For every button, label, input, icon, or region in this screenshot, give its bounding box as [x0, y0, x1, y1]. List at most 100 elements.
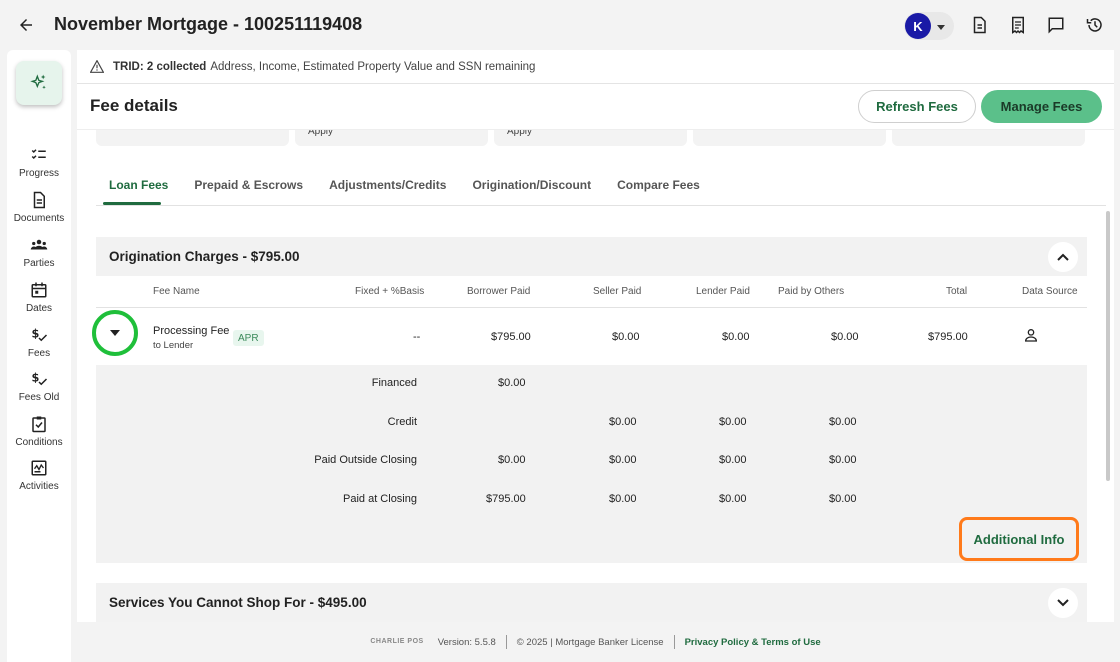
sidebar-item-dates[interactable]: Dates — [7, 281, 71, 314]
sidebar-item-activities[interactable]: Activities — [7, 459, 71, 492]
detail-label: Paid at Closing — [343, 493, 417, 505]
origination-charges-section: Origination Charges - $795.00 Fee Name F… — [92, 237, 1087, 563]
receipt-icon[interactable] — [1007, 14, 1029, 36]
section-title: Origination Charges - $795.00 — [109, 249, 300, 264]
detail-borrower: $0.00 — [498, 454, 526, 466]
detail-row: Paid Outside Closing $0.00 $0.00 $0.00 $… — [96, 454, 1087, 474]
tab-origination-discount[interactable]: Origination/Discount — [472, 178, 591, 206]
detail-lender: $0.00 — [719, 454, 747, 466]
chat-icon[interactable] — [1045, 14, 1067, 36]
collapse-button[interactable] — [1048, 242, 1078, 272]
sidebar-item-label: Fees Old — [18, 392, 60, 403]
sidebar-item-documents[interactable]: Documents — [7, 191, 71, 224]
sidebar-item-label: Progress — [18, 168, 59, 179]
column-header: Paid by Others — [778, 286, 845, 297]
dollar-check-icon: $ — [32, 327, 48, 342]
svg-text:$: $ — [32, 371, 40, 384]
brand-logo: CHARLIE POS — [370, 638, 424, 645]
detail-label: Paid Outside Closing — [314, 454, 417, 466]
footer: CHARLIE POS Version: 5.5.8 © 2025 | Mort… — [77, 622, 1114, 662]
page-title: November Mortgage - 100251119408 — [54, 14, 363, 34]
sidebar-item-label: Conditions — [15, 437, 63, 448]
detail-seller: $0.00 — [609, 454, 637, 466]
summary-card: Apply — [295, 130, 488, 146]
tabs-divider — [96, 205, 1106, 206]
sidebar-item-fees-old[interactable]: $ Fees Old — [7, 370, 71, 403]
caret-down-icon — [110, 330, 120, 336]
main-panel: TRID: 2 collected Address, Income, Estim… — [77, 50, 1114, 622]
sidebar: Progress Documents Parties Dates $ Fees … — [7, 50, 71, 662]
user-menu-button[interactable]: K — [904, 12, 954, 40]
detail-seller: $0.00 — [609, 493, 637, 505]
version-text: Version: 5.5.8 — [437, 636, 496, 648]
sidebar-item-conditions[interactable]: Conditions — [7, 415, 71, 448]
document-icon — [33, 191, 45, 209]
table-row[interactable]: Processing Fee to Lender APR -- $795.00 … — [92, 308, 1087, 365]
fee-seller-paid: $0.00 — [612, 331, 640, 343]
ai-assistant-button[interactable] — [16, 61, 62, 105]
tab-loan-fees[interactable]: Loan Fees — [96, 178, 168, 206]
sidebar-item-label: Documents — [13, 213, 65, 224]
column-header: Borrower Paid — [467, 286, 531, 297]
fee-borrower-paid: $795.00 — [491, 331, 531, 343]
copyright-text: © 2025 | Mortgage Banker License — [516, 636, 664, 648]
additional-info-button[interactable]: Additional Info — [959, 517, 1079, 561]
sidebar-item-parties[interactable]: Parties — [7, 236, 71, 269]
trid-banner: TRID: 2 collected Address, Income, Estim… — [77, 50, 1114, 84]
expand-button[interactable] — [1048, 588, 1078, 618]
activity-icon — [31, 460, 47, 476]
fee-detail-panel: Financed $0.00 Credit $0.00 $0.00 $0.00 … — [96, 365, 1087, 563]
column-header: Seller Paid — [593, 286, 642, 297]
fee-name: Processing Fee — [153, 325, 230, 337]
detail-seller: $0.00 — [609, 416, 637, 428]
fee-content[interactable]: Apply Apply Loan Fees Prepaid & Escrows … — [77, 129, 1114, 622]
manage-fees-button[interactable]: Manage Fees — [981, 90, 1102, 123]
column-header: Total — [946, 286, 968, 297]
sparkle-icon — [30, 74, 46, 89]
apr-badge: APR — [233, 330, 264, 346]
fee-tabs: Loan Fees Prepaid & Escrows Adjustments/… — [96, 178, 726, 206]
trid-status: TRID: 2 collected — [113, 60, 207, 73]
section-header[interactable]: Origination Charges - $795.00 — [96, 237, 1087, 276]
fee-total: $795.00 — [928, 331, 968, 343]
sidebar-item-fees[interactable]: $ Fees — [7, 326, 71, 359]
refresh-fees-button[interactable]: Refresh Fees — [858, 90, 976, 123]
fee-details-header: Fee details Refresh Fees Manage Fees — [77, 84, 1114, 129]
avatar: K — [905, 13, 931, 39]
history-icon[interactable] — [1084, 14, 1106, 36]
detail-label: Credit — [387, 416, 417, 428]
dollar-check-icon: $ — [32, 371, 48, 386]
summary-card — [96, 130, 289, 146]
column-header: Fee Name — [153, 286, 200, 297]
chevron-down-icon — [1057, 599, 1069, 607]
detail-others: $0.00 — [829, 493, 857, 505]
fee-details-title: Fee details — [90, 96, 178, 115]
svg-text:$: $ — [32, 327, 40, 340]
divider — [673, 635, 675, 649]
tab-adjustments-credits[interactable]: Adjustments/Credits — [329, 178, 446, 206]
scrollbar[interactable] — [1106, 211, 1110, 481]
person-icon[interactable] — [1023, 327, 1039, 346]
sidebar-item-label: Parties — [23, 258, 55, 269]
sidebar-item-progress[interactable]: Progress — [7, 146, 71, 179]
detail-row: Credit $0.00 $0.00 $0.00 — [96, 416, 1087, 436]
chevron-up-icon — [1057, 253, 1069, 261]
tab-prepaid-escrows[interactable]: Prepaid & Escrows — [194, 178, 303, 206]
top-bar: November Mortgage - 100251119408 K — [0, 0, 1120, 50]
column-header: Data Source — [1022, 286, 1078, 297]
fee-paid-by-others: $0.00 — [831, 331, 859, 343]
tab-compare-fees[interactable]: Compare Fees — [617, 178, 700, 206]
divider — [505, 635, 507, 649]
section-title: Services You Cannot Shop For - $495.00 — [109, 595, 367, 610]
privacy-terms-link[interactable]: Privacy Policy & Terms of Use — [685, 637, 821, 648]
sidebar-item-label: Dates — [25, 303, 53, 314]
table-header: Fee Name Fixed + %Basis Borrower Paid Se… — [96, 276, 1087, 308]
document-icon[interactable] — [968, 14, 990, 36]
back-arrow-icon[interactable] — [14, 13, 38, 37]
fee-lender-paid: $0.00 — [722, 331, 750, 343]
column-header: Fixed + %Basis — [355, 286, 425, 297]
expand-row-button[interactable] — [92, 310, 138, 356]
section-header[interactable]: Services You Cannot Shop For - $495.00 — [96, 583, 1087, 622]
trid-remaining: Address, Income, Estimated Property Valu… — [210, 60, 536, 73]
detail-label: Financed — [371, 377, 417, 389]
